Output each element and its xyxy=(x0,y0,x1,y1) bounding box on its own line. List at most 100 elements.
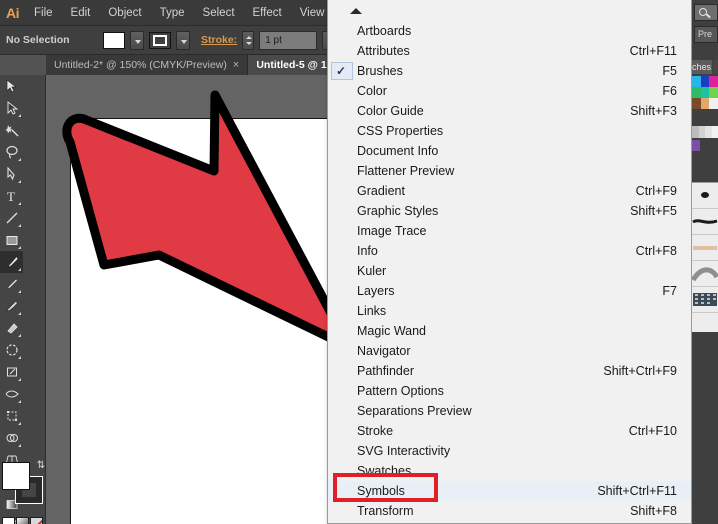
window-menu-item[interactable]: Graphic Styles Shift+F5 xyxy=(328,201,691,221)
swatch-cell[interactable] xyxy=(692,87,701,98)
gradient-fill-icon[interactable] xyxy=(16,517,29,524)
swap-fill-stroke-icon[interactable]: ⇅ xyxy=(37,460,45,471)
brush-preview-row[interactable] xyxy=(692,287,718,313)
swatches-gray-row[interactable] xyxy=(692,126,718,138)
swatch-cell[interactable] xyxy=(692,98,701,109)
window-menu-item-shortcut: Ctrl+F9 xyxy=(635,184,677,198)
window-menu-item[interactable]: Navigator xyxy=(328,341,691,361)
tool-selection-tool[interactable] xyxy=(0,75,23,97)
swatches-panel-tab[interactable]: ches xyxy=(692,60,712,74)
window-menu-item-label: Attributes xyxy=(357,44,410,58)
window-menu-item[interactable]: Symbols Shift+Ctrl+F11 xyxy=(328,481,691,501)
none-fill-icon[interactable] xyxy=(30,517,43,524)
document-tab[interactable]: Untitled-2* @ 150% (CMYK/Preview) × xyxy=(46,55,249,75)
window-menu-item-label: Color Guide xyxy=(357,104,424,118)
window-menu-item[interactable]: Pathfinder Shift+Ctrl+F9 xyxy=(328,361,691,381)
window-menu-item[interactable]: SVG Interactivity xyxy=(328,441,691,461)
brush-preview-row[interactable] xyxy=(690,261,718,287)
color-fill-icon[interactable] xyxy=(2,517,15,524)
window-menu-item[interactable]: Artboards xyxy=(328,21,691,41)
window-menu-item[interactable]: Separations Preview xyxy=(328,401,691,421)
tool-rectangle-tool[interactable] xyxy=(0,229,23,251)
window-menu-item[interactable]: Image Trace xyxy=(328,221,691,241)
window-menu-item[interactable]: Links xyxy=(328,301,691,321)
tool-pen-tool[interactable] xyxy=(0,163,23,185)
tool-direct-selection-tool[interactable] xyxy=(0,97,23,119)
menu-effect[interactable]: Effect xyxy=(244,2,291,24)
stroke-weight-label[interactable]: Stroke: xyxy=(201,34,237,46)
window-menu-item-label: CSS Properties xyxy=(357,124,444,138)
stroke-weight-stepper[interactable] xyxy=(242,30,255,50)
window-menu-item[interactable]: ✓ Brushes F5 xyxy=(328,61,691,81)
tool-rotate-tool[interactable] xyxy=(0,339,23,361)
window-menu-item[interactable]: Swatches xyxy=(328,461,691,481)
window-menu-item[interactable]: Magic Wand xyxy=(328,321,691,341)
fill-color-swatch[interactable] xyxy=(103,31,125,49)
window-menu-item[interactable]: Layers F7 xyxy=(328,281,691,301)
tool-lasso-tool[interactable] xyxy=(0,141,23,163)
tool-scale-tool[interactable] xyxy=(0,361,23,383)
swatch-cell[interactable] xyxy=(692,76,701,87)
tool-magic-wand-tool[interactable] xyxy=(0,119,23,141)
swatches-grid[interactable] xyxy=(692,76,718,122)
stroke-color-dropdown[interactable] xyxy=(176,30,190,50)
brush-preview-row[interactable] xyxy=(692,209,718,235)
window-menu-item[interactable]: Flattener Preview xyxy=(328,161,691,181)
menu-scroll-up-icon[interactable] xyxy=(328,0,691,21)
brush-preview-row[interactable] xyxy=(692,235,718,261)
illustrator-window: Ai FileEditObjectTypeSelectEffectViewWin… xyxy=(0,0,718,524)
stroke-color-swatch[interactable] xyxy=(149,31,171,49)
tool-flyout-indicator-icon xyxy=(18,312,21,315)
window-menu-item[interactable]: Color F6 xyxy=(328,81,691,101)
brush-preview-row[interactable] xyxy=(692,183,718,209)
menu-edit[interactable]: Edit xyxy=(62,2,100,24)
window-menu-item-label: Document Info xyxy=(357,144,439,158)
tool-flyout-indicator-icon xyxy=(18,224,21,227)
tool-blob-brush-tool[interactable] xyxy=(0,295,23,317)
tool-pencil-tool[interactable] xyxy=(0,273,23,295)
window-menu-item[interactable]: Kuler xyxy=(328,261,691,281)
window-menu-item-shortcut: Shift+F5 xyxy=(630,204,677,218)
close-icon[interactable]: × xyxy=(233,59,239,71)
fill-color-dropdown[interactable] xyxy=(130,30,144,50)
window-menu-item[interactable]: Gradient Ctrl+F9 xyxy=(328,181,691,201)
window-menu-item[interactable]: Color Guide Shift+F3 xyxy=(328,101,691,121)
tool-eraser-tool[interactable] xyxy=(0,317,23,339)
swatch-purple[interactable] xyxy=(692,140,700,151)
symbols-panel-tab[interactable] xyxy=(713,60,718,74)
menu-select[interactable]: Select xyxy=(194,2,244,24)
menu-type[interactable]: Type xyxy=(151,2,194,24)
swatch-cell[interactable] xyxy=(700,98,710,109)
swatch-cell[interactable] xyxy=(709,76,718,87)
window-menu-item-shortcut: Shift+Ctrl+F9 xyxy=(603,364,677,378)
window-menu-item[interactable]: Stroke Ctrl+F10 xyxy=(328,421,691,441)
tool-width-tool[interactable] xyxy=(0,383,23,405)
window-menu-item[interactable]: Pattern Options xyxy=(328,381,691,401)
swatch-cell-gray[interactable] xyxy=(711,126,718,138)
tool-line-segment-tool[interactable] xyxy=(0,207,23,229)
menu-object[interactable]: Object xyxy=(99,2,150,24)
brushes-panel[interactable] xyxy=(690,182,718,332)
swatch-cell[interactable] xyxy=(709,98,718,109)
tool-type-tool[interactable]: T xyxy=(0,185,23,207)
stroke-weight-input[interactable]: 1 pt xyxy=(259,30,318,50)
tool-paintbrush-tool[interactable] xyxy=(0,251,23,273)
preferences-button[interactable]: Pre xyxy=(694,26,718,43)
window-menu-item-label: Transform xyxy=(357,504,414,518)
tool-shape-builder-tool[interactable] xyxy=(0,427,23,449)
search-input[interactable] xyxy=(694,4,718,21)
fill-color-indicator[interactable] xyxy=(2,462,30,490)
window-menu-item[interactable]: CSS Properties xyxy=(328,121,691,141)
window-menu-item[interactable]: Document Info xyxy=(328,141,691,161)
tool-flyout-indicator-icon xyxy=(18,158,21,161)
window-menu-item[interactable]: Transform Shift+F8 xyxy=(328,501,691,521)
swatch-cell[interactable] xyxy=(709,87,718,98)
tool-free-transform-tool[interactable] xyxy=(0,405,23,427)
menu-file[interactable]: File xyxy=(25,2,62,24)
window-menu-item-label: Stroke xyxy=(357,424,394,438)
window-menu-item[interactable]: Attributes Ctrl+F11 xyxy=(328,41,691,61)
window-menu-item[interactable]: Info Ctrl+F8 xyxy=(328,241,691,261)
swatch-cell[interactable] xyxy=(700,87,710,98)
window-menu-dropdown[interactable]: Artboards Attributes Ctrl+F11 ✓ Brushes F5 Col… xyxy=(327,0,692,524)
swatch-cell[interactable] xyxy=(700,76,710,87)
